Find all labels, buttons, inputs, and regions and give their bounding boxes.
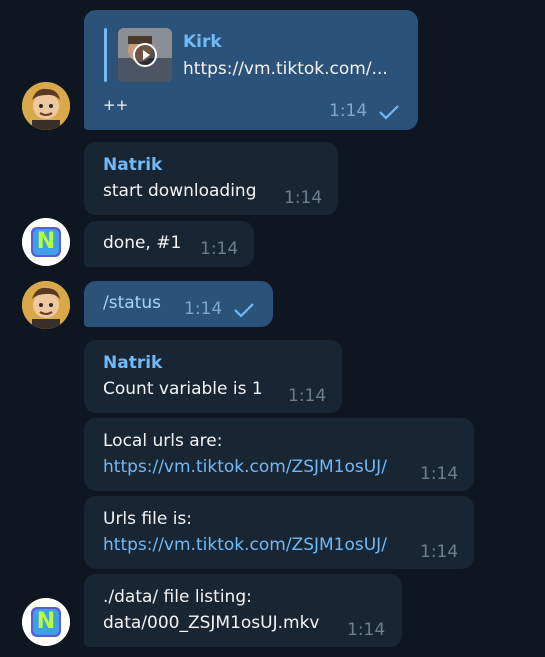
message-time: 1:14 — [288, 386, 327, 406]
message-bubble-incoming[interactable]: ./data/ file listing: data/000_ZSJM1osUJ… — [84, 574, 402, 647]
message-link[interactable]: https://vm.tiktok.com/ZSJM1osUJ/ — [103, 534, 387, 556]
bot-letter: N — [36, 229, 56, 254]
play-icon — [133, 43, 157, 67]
message-text-line2: data/000_ZSJM1osUJ.mkv — [103, 613, 320, 633]
sender-name[interactable]: Natrik — [103, 352, 162, 374]
message-text: done, #1 — [103, 233, 182, 253]
message-text: start downloading — [103, 181, 257, 201]
check-icon — [234, 303, 254, 318]
message-bubble-incoming[interactable]: Local urls are: https://vm.tiktok.com/ZS… — [84, 418, 474, 491]
message-text: Local urls are: — [103, 431, 223, 451]
message-bubble-incoming[interactable]: Urls file is: https://vm.tiktok.com/ZSJM… — [84, 496, 474, 569]
message-text: Urls file is: — [103, 509, 193, 529]
message-bubble-outgoing[interactable]: /status 1:14 — [84, 281, 273, 327]
message-text: Count variable is 1 — [103, 379, 263, 399]
link-preview-url[interactable]: https://vm.tiktok.com/... — [183, 58, 388, 80]
bot-letter: N — [36, 609, 56, 634]
message-text[interactable]: /status — [103, 292, 161, 314]
message-bubble-incoming[interactable]: Natrik Count variable is 1 1:14 — [84, 340, 342, 413]
message-bubble-incoming[interactable]: done, #1 1:14 — [84, 221, 254, 267]
check-icon — [379, 105, 399, 120]
message-time: 1:14 — [284, 188, 323, 208]
link-preview-thumbnail[interactable] — [118, 28, 172, 82]
message-text: ./data/ file listing: — [103, 587, 252, 607]
message-time: 1:14 — [184, 299, 223, 319]
message-bubble-outgoing[interactable]: Kirk https://vm.tiktok.com/... ++ 1:14 — [84, 10, 418, 130]
message-link[interactable]: https://vm.tiktok.com/ZSJM1osUJ/ — [103, 456, 387, 478]
message-time: 1:14 — [420, 464, 459, 484]
message-time: 1:14 — [420, 542, 459, 562]
avatar[interactable]: N — [22, 598, 70, 646]
avatar[interactable] — [22, 281, 70, 329]
avatar[interactable]: N — [22, 218, 70, 266]
avatar[interactable] — [22, 82, 70, 130]
link-preview-bar — [104, 28, 107, 82]
message-time: 1:14 — [347, 620, 386, 640]
message-text: ++ — [103, 96, 129, 114]
link-preview-title: Kirk — [183, 32, 222, 52]
sender-name[interactable]: Natrik — [103, 154, 162, 176]
message-bubble-incoming[interactable]: Natrik start downloading 1:14 — [84, 142, 338, 215]
message-time: 1:14 — [329, 101, 368, 121]
message-time: 1:14 — [200, 239, 239, 259]
